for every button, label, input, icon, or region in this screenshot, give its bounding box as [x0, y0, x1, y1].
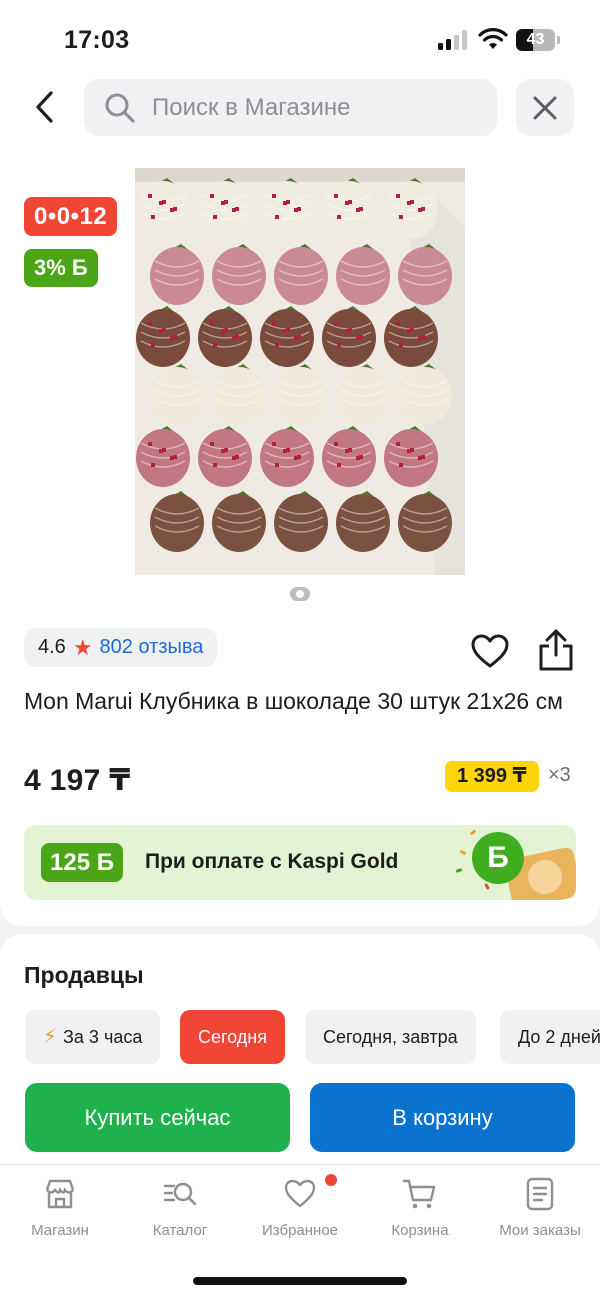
filter-chip-3-hours[interactable]: ⚡ За 3 часа [25, 1010, 161, 1064]
battery-icon: 43 [516, 29, 560, 51]
chocolate-strawberries-photo [135, 168, 465, 575]
cellular-signal-icon [438, 30, 470, 50]
product-image[interactable] [135, 168, 465, 575]
product-title: Mon Marui Клубника в шоколаде 30 штук 21… [24, 688, 563, 714]
heart-icon [284, 1179, 316, 1208]
flash-sale-timer-badge: 0•0•12 [24, 197, 118, 236]
search-bar[interactable] [84, 79, 497, 136]
share-icon[interactable] [536, 628, 576, 672]
kaspi-gold-promo[interactable]: 125 Б При оплате с Kaspi Gold Б [24, 825, 576, 900]
product-price: 4 197 ₸ [24, 764, 131, 797]
tab-store[interactable]: Магазин [0, 1176, 120, 1239]
tab-favorites[interactable]: Избранное [240, 1176, 360, 1239]
store-icon [45, 1179, 75, 1209]
catalog-search-icon [163, 1182, 197, 1206]
search-icon [105, 93, 135, 123]
battery-level: 43 [526, 31, 545, 48]
image-pager-indicator[interactable] [290, 587, 310, 601]
tab-label: Мои заказы [499, 1222, 581, 1239]
close-icon [533, 96, 557, 119]
filter-chip-2-days[interactable]: До 2 дней [500, 1010, 600, 1064]
promo-bonus-amount: 125 Б [41, 843, 123, 882]
sellers-title: Продавцы [24, 962, 144, 988]
tab-my-orders[interactable]: Мои заказы [480, 1176, 600, 1239]
installment-multiplier: ×3 [548, 764, 571, 786]
add-to-cart-button[interactable]: В корзину [310, 1083, 575, 1152]
favorites-notification-dot [325, 1174, 337, 1186]
tab-cart[interactable]: Корзина [360, 1176, 480, 1239]
rating-value: 4.6 [38, 636, 66, 658]
buy-now-button[interactable]: Купить сейчас [25, 1083, 290, 1152]
wifi-icon [478, 28, 508, 49]
tab-label: Избранное [261, 1222, 339, 1239]
reviews-link[interactable]: 802 отзыва [100, 636, 204, 659]
installment-price[interactable]: 1 399 ₸ [445, 761, 539, 792]
cart-icon [402, 1179, 436, 1209]
bonus-percent-badge: 3% Б [24, 249, 98, 287]
filter-chip-today-tomorrow[interactable]: Сегодня, завтра [305, 1010, 476, 1064]
rating-pill[interactable]: 4.6 ★ 802 отзыва [24, 628, 218, 667]
promo-text: При оплате с Kaspi Gold [145, 850, 399, 873]
lightning-icon: ⚡ [43, 1026, 58, 1048]
bonus-coin-icon: Б [472, 832, 524, 884]
heart-icon[interactable] [470, 632, 510, 672]
search-input[interactable] [152, 79, 482, 136]
star-icon: ★ [72, 634, 93, 660]
filter-chip-today[interactable]: Сегодня [180, 1010, 285, 1064]
chevron-left-icon [36, 91, 53, 123]
status-time: 17:03 [64, 26, 130, 54]
close-button[interactable] [516, 79, 574, 136]
tab-label: Магазин [31, 1222, 89, 1239]
back-button[interactable] [22, 82, 68, 132]
tab-catalog[interactable]: Каталог [120, 1176, 240, 1239]
tab-label: Каталог [152, 1222, 208, 1239]
tab-label: Корзина [391, 1222, 449, 1239]
home-indicator [193, 1277, 407, 1285]
orders-icon [526, 1177, 554, 1211]
